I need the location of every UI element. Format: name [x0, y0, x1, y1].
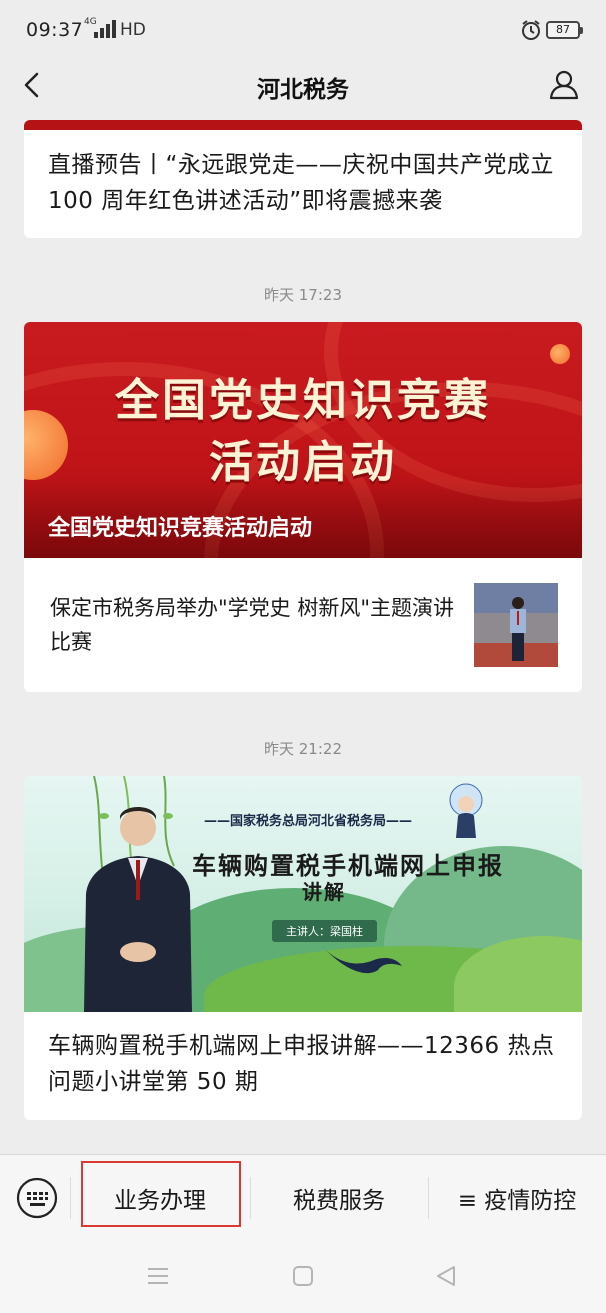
status-bar: 09:37 4G HD 87 — [0, 0, 606, 60]
message-timestamp: 昨天 21:22 — [264, 740, 342, 758]
system-navigation — [0, 1240, 606, 1313]
banner-title: 讲解 — [302, 880, 346, 904]
hd-indicator: HD — [120, 20, 146, 40]
banner-org: ——国家税务总局河北省税务局—— — [204, 814, 413, 829]
battery-indicator: 87 — [546, 21, 583, 39]
article-thumbnail — [474, 583, 558, 667]
mascot-icon — [449, 783, 483, 838]
card-header-strip — [24, 120, 582, 130]
highlight-box — [81, 1161, 241, 1227]
article-title: 车辆购置税手机端网上申报讲解——12366 热点问题小讲堂第 50 期 — [48, 1033, 555, 1095]
page-title: 河北税务 — [257, 77, 349, 103]
message-timestamp: 昨天 17:23 — [264, 286, 342, 304]
menu-item-tax-service[interactable]: 税费服务 — [250, 1155, 428, 1241]
banner-caption: 全国党史知识竞赛活动启动 — [48, 516, 313, 541]
sun-decoration — [550, 344, 570, 364]
banner-headline: 全国党史知识竞赛 — [115, 375, 491, 426]
alarm-icon — [522, 20, 540, 40]
menu-icon[interactable] — [146, 1266, 170, 1286]
bottom-menu: 业务办理 税费服务 ≡ 疫情防控 — [0, 1154, 606, 1240]
list-item[interactable]: 保定市税务局举办"学党史 树新风"主题演讲比赛 — [24, 558, 582, 692]
menu-item-epidemic[interactable]: ≡ 疫情防控 — [428, 1155, 606, 1241]
banner-title: 车辆购置税手机端网上申报 — [192, 851, 504, 880]
banner-headline: 活动启动 — [209, 437, 397, 488]
list-item-title: 保定市税务局举办"学党史 树新风"主题演讲比赛 — [50, 596, 454, 654]
article-card[interactable]: 直播预告丨“永远跟党走——庆祝中国共产党成立 100 周年红色讲述活动”即将震撼… — [24, 130, 582, 238]
speaker-tag: 主讲人：梁国柱 — [272, 920, 377, 942]
home-icon[interactable] — [292, 1265, 314, 1287]
article-card[interactable]: ——国家税务总局河北省税务局—— 车辆购置税手机端网上申报 讲解 主讲人：梁国柱… — [24, 776, 582, 1120]
article-banner[interactable]: ——国家税务总局河北省税务局—— 车辆购置税手机端网上申报 讲解 主讲人：梁国柱 — [24, 776, 582, 1012]
back-icon[interactable] — [434, 1264, 458, 1288]
presenter-figure — [84, 807, 192, 1012]
status-time: 09:37 — [26, 19, 84, 41]
article-group-card[interactable]: 全国党史知识竞赛 活动启动 全国党史知识竞赛活动启动 保定市税务局举办"学党史 … — [24, 322, 582, 692]
swallow-decoration — [322, 946, 402, 974]
keyboard-icon[interactable] — [16, 1177, 58, 1219]
article-title: 直播预告丨“永远跟党走——庆祝中国共产党成立 100 周年红色讲述活动”即将震撼… — [48, 152, 554, 214]
nav-bar: 河北税务 — [0, 60, 606, 110]
profile-icon[interactable] — [548, 68, 580, 100]
signal-icon: 4G — [84, 18, 120, 40]
article-banner[interactable]: 全国党史知识竞赛 活动启动 全国党史知识竞赛活动启动 — [24, 322, 582, 558]
